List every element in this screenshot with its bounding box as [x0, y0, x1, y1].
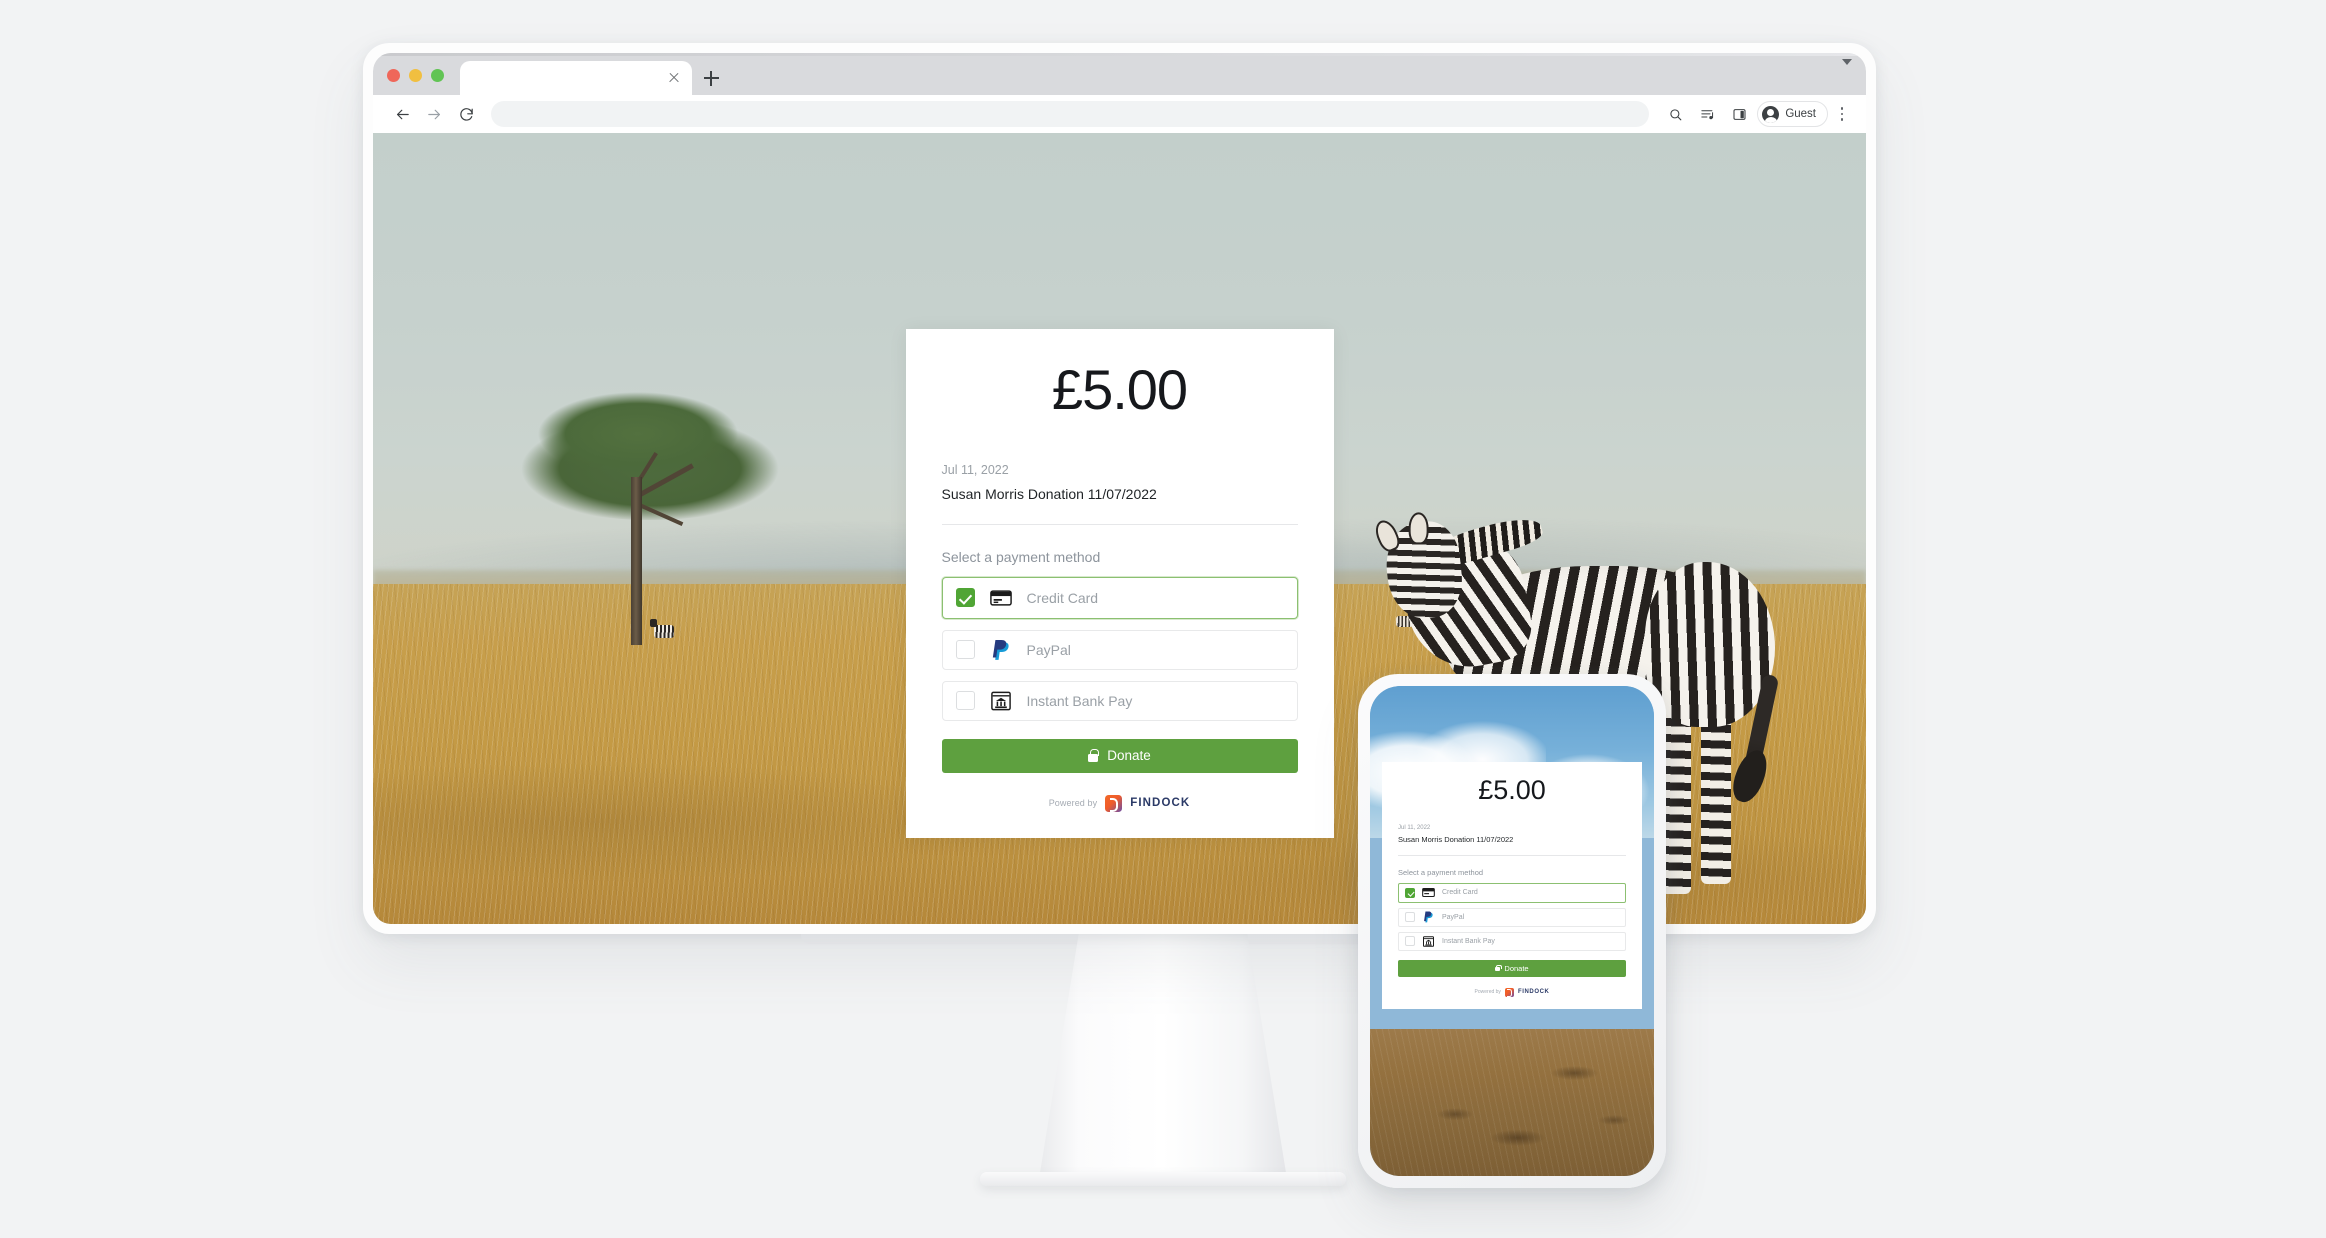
mobile-payment-option-label: Instant Bank Pay	[1442, 937, 1495, 945]
mobile-donation-checkout-card: £5.00 Jul 11, 2022 Susan Morris Donation…	[1382, 762, 1642, 1009]
lock-icon	[1495, 964, 1502, 972]
profile-name: Guest	[1785, 108, 1816, 120]
mobile-phone-mockup: £5.00 Jul 11, 2022 Susan Morris Donation…	[1358, 674, 1666, 1188]
findock-logo-icon	[1105, 794, 1123, 813]
reading-list-button[interactable]	[1693, 100, 1721, 128]
paypal-icon	[1422, 911, 1435, 924]
toolbar-right-group: Guest	[1661, 100, 1852, 128]
mobile-payment-option-credit-card[interactable]: Credit Card	[1398, 882, 1626, 903]
donate-button[interactable]: Donate	[941, 738, 1298, 773]
bank-icon	[1422, 935, 1435, 948]
browser-tab[interactable]	[460, 61, 692, 95]
search-icon	[1670, 108, 1682, 120]
mobile-checkbox-instant-bank-pay[interactable]	[1405, 936, 1415, 947]
forward-arrow-icon	[427, 109, 440, 119]
acacia-tree	[484, 371, 815, 655]
monitor-stand-neck	[1039, 934, 1287, 1179]
payment-method-label: Select a payment method	[941, 548, 1101, 565]
mobile-checkbox-paypal[interactable]	[1405, 912, 1415, 923]
payment-option-instant-bank-pay[interactable]: Instant Bank Pay	[941, 680, 1298, 721]
reload-icon	[459, 107, 473, 121]
new-tab-button[interactable]	[696, 61, 726, 95]
paypal-icon	[989, 638, 1013, 662]
mobile-powered-by-text: Powered by	[1474, 989, 1501, 996]
bank-icon	[989, 689, 1013, 713]
close-icon[interactable]	[667, 71, 681, 85]
phone-ground-background	[1370, 1029, 1654, 1176]
search-button[interactable]	[1661, 100, 1689, 128]
mobile-payment-option-instant-bank-pay[interactable]: Instant Bank Pay	[1398, 931, 1626, 951]
findock-brand-name: FINDOCK	[1130, 797, 1191, 810]
mockup-stage: Guest £5.00 Jul 11, 2022 Susan Morris Do…	[0, 0, 2326, 1238]
lock-icon	[1088, 749, 1099, 763]
checkbox-instant-bank-pay[interactable]	[955, 691, 975, 711]
address-bar[interactable]	[491, 101, 1650, 127]
plus-icon	[703, 70, 719, 86]
donation-checkout-card: £5.00 Jul 11, 2022 Susan Morris Donation…	[905, 329, 1334, 838]
mobile-findock-brand-name: FINDOCK	[1517, 989, 1550, 996]
donate-button-label: Donate	[1107, 748, 1151, 764]
tab-list-button[interactable]	[1842, 59, 1866, 95]
side-panel-icon	[1733, 108, 1746, 120]
monitor-stand-base	[980, 1172, 1346, 1186]
reading-list-icon	[1701, 109, 1713, 119]
back-button[interactable]	[387, 99, 417, 129]
donation-amount: £5.00	[1051, 358, 1188, 421]
mobile-donation-amount: £5.00	[1478, 775, 1546, 805]
kebab-menu-icon	[1840, 107, 1844, 111]
forward-button[interactable]	[419, 99, 449, 129]
checkbox-credit-card[interactable]	[955, 588, 975, 608]
powered-by-text: Powered by	[1048, 798, 1098, 809]
donation-date: Jul 11, 2022	[941, 462, 1009, 477]
side-panel-button[interactable]	[1725, 100, 1753, 128]
payment-method-list: Credit Card PayPal Instant Bank Pay	[941, 576, 1298, 721]
mobile-donate-button[interactable]: Donate	[1398, 959, 1626, 977]
browser-toolbar: Guest	[373, 95, 1866, 133]
payment-option-label: PayPal	[1026, 641, 1071, 658]
mobile-payment-method-label: Select a payment method	[1398, 867, 1484, 877]
mobile-payment-method-list: Credit Card PayPal Instant Bank Pay	[1398, 882, 1626, 951]
donation-description: Susan Morris Donation 11/07/2022	[941, 485, 1157, 502]
mobile-payment-option-label: Credit Card	[1442, 889, 1478, 897]
reload-button[interactable]	[451, 99, 481, 129]
mobile-payment-option-label: PayPal	[1442, 913, 1465, 921]
donation-meta: Jul 11, 2022 Susan Morris Donation 11/07…	[942, 463, 1298, 502]
chevron-down-icon	[1842, 59, 1852, 82]
person-avatar-icon	[1762, 105, 1780, 123]
checkbox-paypal[interactable]	[955, 640, 975, 660]
mobile-donation-description: Susan Morris Donation 11/07/2022	[1398, 834, 1514, 844]
credit-card-icon	[1422, 886, 1435, 899]
mobile-payment-option-paypal[interactable]: PayPal	[1398, 907, 1626, 927]
profile-button[interactable]: Guest	[1757, 101, 1828, 127]
payment-option-label: Credit Card	[1026, 589, 1099, 606]
powered-by-footer: Powered by FINDOCK	[942, 794, 1298, 813]
mobile-donate-button-label: Donate	[1504, 963, 1529, 973]
mobile-donation-date: Jul 11, 2022	[1398, 824, 1431, 831]
zebra-near-tree	[649, 618, 674, 638]
payment-option-credit-card[interactable]: Credit Card	[941, 576, 1298, 619]
mobile-powered-by-footer: Powered by FINDOCK	[1398, 987, 1626, 997]
findock-logo-icon	[1504, 987, 1514, 997]
card-divider	[941, 523, 1298, 525]
credit-card-icon	[989, 586, 1013, 610]
browser-tab-strip	[373, 53, 1866, 95]
close-window-button[interactable]	[387, 69, 400, 82]
payment-option-label: Instant Bank Pay	[1026, 692, 1133, 709]
phone-screen: £5.00 Jul 11, 2022 Susan Morris Donation…	[1370, 686, 1654, 1176]
browser-menu-button[interactable]	[1832, 103, 1852, 125]
mobile-card-divider	[1398, 854, 1626, 856]
mobile-checkbox-credit-card[interactable]	[1405, 887, 1415, 898]
payment-option-paypal[interactable]: PayPal	[941, 629, 1298, 670]
mobile-donation-meta: Jul 11, 2022 Susan Morris Donation 11/07…	[1398, 825, 1626, 844]
minimize-window-button[interactable]	[409, 69, 422, 82]
window-traffic-lights	[387, 69, 444, 95]
back-arrow-icon	[396, 109, 409, 119]
maximize-window-button[interactable]	[431, 69, 444, 82]
